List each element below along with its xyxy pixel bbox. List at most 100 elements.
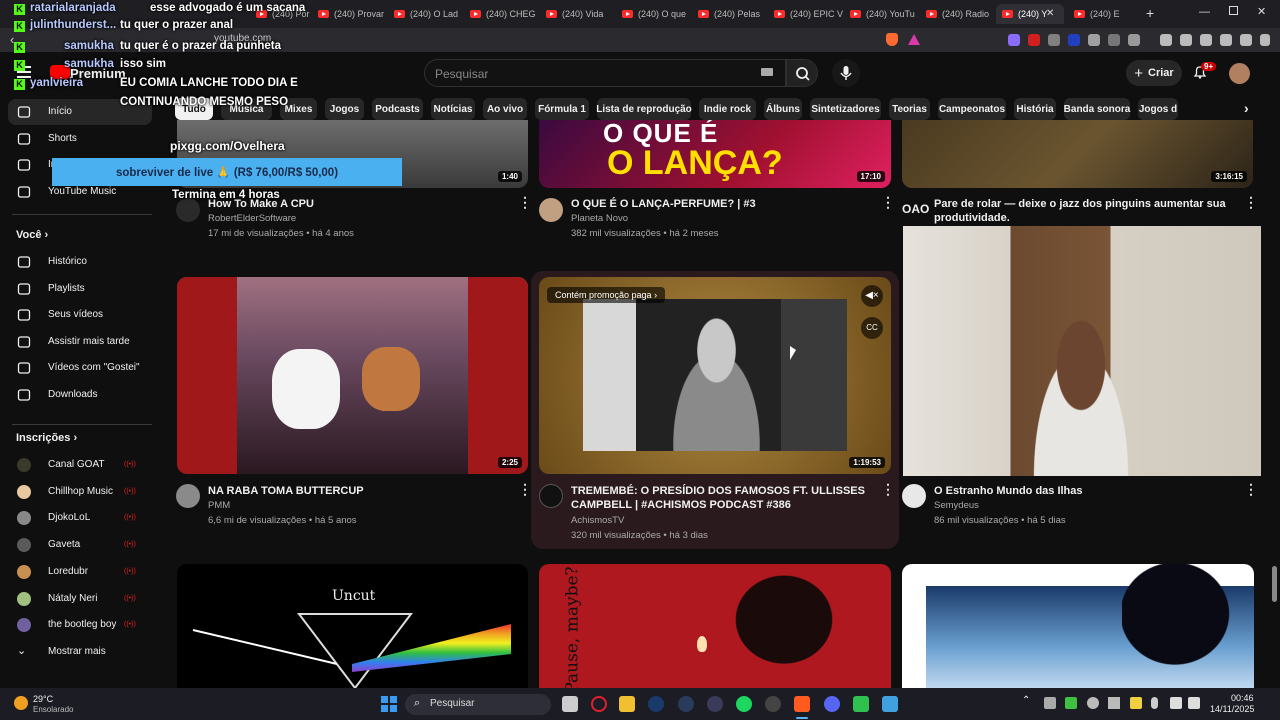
tray-overflow-icon[interactable]: ⌃ [1022, 695, 1030, 706]
sidebar-subscription-item[interactable]: Loredubr ((•)) [0, 559, 152, 585]
brave-shield-icon[interactable] [886, 33, 898, 46]
spotify-icon[interactable] [736, 696, 752, 712]
wallet-icon[interactable] [1200, 34, 1212, 46]
chip-14[interactable]: História [1014, 98, 1056, 120]
menu-icon[interactable] [1260, 34, 1270, 46]
channel-name[interactable]: AchismosTV [571, 513, 624, 528]
volume-icon[interactable] [1188, 697, 1200, 709]
subscriptions-section-header[interactable]: Inscrições › [16, 432, 77, 444]
sidebar-subscription-item[interactable]: DjokoLoL ((•)) [0, 505, 152, 531]
video-title[interactable]: Pare de rolar — deixe o jazz dos pinguin… [934, 197, 1234, 225]
sidebar-item-downloads[interactable]: Downloads [0, 382, 152, 408]
file-explorer-icon[interactable] [619, 696, 635, 712]
browser-tab[interactable]: (240) O que [616, 4, 692, 24]
browser-tab[interactable]: (240) O Lad [388, 4, 464, 24]
browser-tab[interactable]: (240) E [1068, 4, 1136, 24]
video-title[interactable]: O Estranho Mundo das Ilhas [934, 484, 1234, 498]
tray-icon[interactable] [1044, 697, 1056, 709]
restore-icon[interactable] [1229, 6, 1238, 15]
chip-7[interactable]: Fórmula 1 [535, 98, 589, 120]
task-view-icon[interactable] [562, 696, 578, 712]
sidebar-subscription-item[interactable]: the bootleg boy ((•)) [0, 612, 152, 638]
tray-icon[interactable] [1130, 697, 1142, 709]
video-preview-player[interactable]: Contém promoção paga › ◀× CC 1:19:53 [539, 277, 891, 474]
sidebar-item-liked[interactable]: Vídeos com "Gostei" [0, 355, 152, 381]
video-title[interactable]: O QUE É O LANÇA-PERFUME? | #3 [571, 197, 871, 211]
channel-avatar[interactable] [539, 484, 563, 508]
sidebar-subscription-item[interactable]: Gaveta ((•)) [0, 532, 152, 558]
extension-icon[interactable] [1068, 34, 1080, 46]
chip-8[interactable]: Lista de reprodução [596, 98, 692, 120]
chip-15[interactable]: Banda sonora [1064, 98, 1130, 120]
sidebar-item-watch-later[interactable]: Assistir mais tarde [0, 329, 152, 355]
browser-tab[interactable]: (240) Provar [312, 4, 388, 24]
account-avatar[interactable] [1229, 63, 1250, 84]
more-options-icon[interactable]: ⋮ [518, 481, 532, 498]
extension-icon[interactable] [1048, 34, 1060, 46]
video-thumbnail[interactable]: O QUE É O LANÇA? 17:10 [539, 120, 891, 188]
close-tab-icon[interactable]: ✕ [1046, 8, 1054, 19]
new-tab-button[interactable]: + [1146, 5, 1154, 21]
window-close-icon[interactable]: ✕ [1257, 5, 1266, 18]
chip-11[interactable]: Sintetizadores [810, 98, 881, 120]
chip-9[interactable]: Indie rock [699, 98, 756, 120]
notepad-icon[interactable] [882, 696, 898, 712]
weather-icon[interactable] [14, 696, 28, 710]
captions-icon[interactable]: CC [861, 317, 883, 339]
chip-4[interactable]: Podcasts [372, 98, 423, 120]
sidebar-item-shorts[interactable]: Shorts [0, 126, 152, 152]
network-icon[interactable] [1170, 697, 1182, 709]
sidebar-subscription-item[interactable]: Canal GOAT ((•)) [0, 452, 152, 478]
extension-icon[interactable] [1008, 34, 1020, 46]
extension-icon[interactable] [1028, 34, 1040, 46]
sidebar-item-history[interactable]: Histórico [0, 249, 152, 275]
brave-icon[interactable] [794, 696, 810, 712]
channel-avatar[interactable] [176, 484, 200, 508]
chip-10[interactable]: Álbuns [764, 98, 802, 120]
sidebar-item-playlists[interactable]: Playlists [0, 276, 152, 302]
chip-12[interactable]: Teorias [889, 98, 930, 120]
browser-tab[interactable]: (240) Radio [920, 4, 996, 24]
chip-16[interactable]: Jogos d [1138, 98, 1178, 120]
music-note-icon[interactable] [1160, 34, 1172, 46]
more-options-icon[interactable]: ⋮ [1244, 481, 1258, 498]
video-thumbnail[interactable]: Pause, maybe? [539, 564, 891, 688]
chip-6[interactable]: Ao vivo [483, 98, 527, 120]
browser-tab[interactable]: (240) Pelas [692, 4, 768, 24]
browser-tab[interactable]: (240) Vida [540, 4, 616, 24]
create-button[interactable]: + Criar [1126, 60, 1182, 86]
vpn-icon[interactable] [1240, 34, 1252, 46]
channel-avatar[interactable] [539, 198, 563, 222]
puzzle-icon[interactable] [1108, 34, 1120, 46]
video-thumbnail[interactable]: Uncut [177, 564, 528, 688]
keyboard-icon[interactable] [761, 68, 773, 76]
voce-section-header[interactable]: Você › [16, 229, 48, 241]
chip-3[interactable]: Jogos [325, 98, 364, 120]
sidebar-item-your-videos[interactable]: Seus vídeos [0, 302, 152, 328]
tray-icon[interactable] [1108, 697, 1120, 709]
chip-13[interactable]: Campeonatos [938, 98, 1006, 120]
opera-icon[interactable] [591, 696, 607, 712]
sidebar-subscription-item[interactable]: Nátaly Neri ((•)) [0, 586, 152, 612]
steam-icon[interactable] [648, 696, 664, 712]
microphone-icon[interactable] [1151, 697, 1158, 709]
clock-time[interactable]: 00:46 [1231, 693, 1254, 703]
page-scrollbar[interactable] [1272, 566, 1277, 602]
video-thumbnail[interactable]: 2:25 [177, 277, 528, 474]
browser-tab[interactable]: (240) EPIC V [768, 4, 844, 24]
tray-icon[interactable] [1087, 697, 1099, 709]
mute-icon[interactable]: ◀× [861, 285, 883, 307]
show-more-button[interactable]: ⌄ Mostrar mais [0, 639, 152, 665]
app-icon[interactable] [678, 696, 694, 712]
channel-avatar[interactable] [902, 484, 926, 508]
app-icon[interactable] [853, 696, 869, 712]
chips-next-arrow-icon[interactable]: › [1244, 100, 1249, 116]
minimize-icon[interactable]: — [1199, 6, 1210, 18]
more-options-icon[interactable]: ⋮ [1244, 194, 1258, 211]
browser-tab[interactable]: (240) YouTu [844, 4, 920, 24]
tray-icon[interactable] [1065, 697, 1077, 709]
channel-name[interactable]: RobertElderSoftware [208, 211, 296, 226]
search-button[interactable] [786, 59, 818, 87]
video-title[interactable]: NA RABA TOMA BUTTERCUP [208, 484, 508, 498]
app-icon[interactable] [707, 696, 723, 712]
